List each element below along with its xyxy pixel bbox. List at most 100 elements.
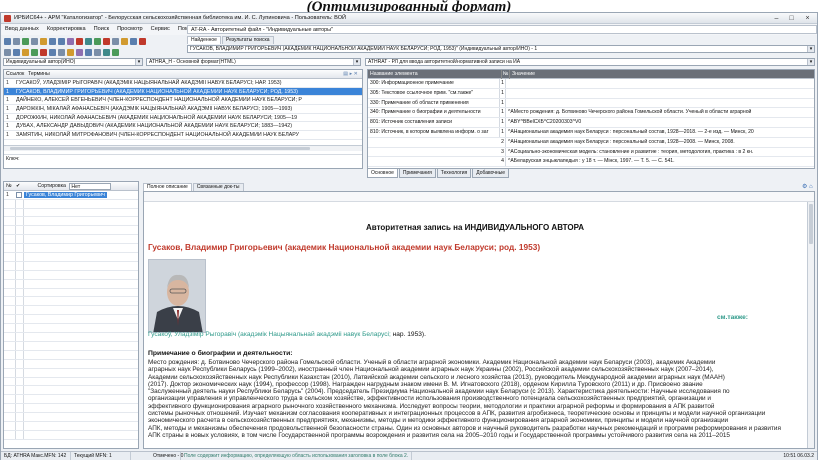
grid-icon[interactable] <box>4 49 11 56</box>
new-record-icon[interactable] <box>4 38 11 45</box>
settings-icon[interactable] <box>139 38 146 45</box>
field-row[interactable]: 801: Источник составления записи 1 ^ABY^BB… <box>368 118 814 128</box>
dictionary-panel: Ссылок Термины ▤ ▸ ✕ 1 ГУСАКОЎ, УЛАДЗІМІР … <box>3 69 363 169</box>
doc-vscroll[interactable] <box>807 202 814 448</box>
field-value[interactable]: ^ABY^BBelСХБ^C20200303^V0 <box>506 118 581 127</box>
tab-linked-docs[interactable]: Связанные док-ты <box>192 183 244 191</box>
tab-full-description[interactable]: Полное описание <box>143 183 192 191</box>
tab-technology[interactable]: Технология <box>436 169 472 178</box>
worksheet-select[interactable]: ATHRAT - РЛ для ввода авторитетной/норма… <box>365 58 815 66</box>
scroll-thumb[interactable] <box>10 147 310 150</box>
database-select[interactable]: Индивидуальный автор(ИНО) ▾ <box>3 58 143 66</box>
field-value[interactable]: ^AМесто рождения: д. Ботвиново Чечерског… <box>506 108 751 117</box>
back-icon[interactable] <box>49 38 56 45</box>
key-icon[interactable] <box>121 38 128 45</box>
top-tab[interactable]: AT-RA - Авторитетный файл - "Индивидуаль… <box>187 25 817 34</box>
close-icon[interactable]: × <box>800 14 815 23</box>
header-check[interactable]: ✔ <box>16 182 24 191</box>
tag-icon[interactable] <box>76 49 83 56</box>
tab-search-results[interactable]: Результаты поиска <box>221 36 274 44</box>
chevron-down-icon[interactable]: ▾ <box>807 59 814 65</box>
print-icon[interactable] <box>31 38 38 45</box>
menu-view[interactable]: Просмотр <box>113 24 147 35</box>
link-icon[interactable] <box>49 49 56 56</box>
z-icon[interactable] <box>130 38 137 45</box>
header-element-name[interactable]: Название элемента <box>368 70 502 79</box>
mark-icon[interactable] <box>67 49 74 56</box>
delete-icon[interactable] <box>76 38 83 45</box>
dictionary-row[interactable]: 1 ЗАМЯТИН, НИКОЛАЙ МИТРОФАНОВИЧ (ЧЛЕН-КОР… <box>4 131 362 140</box>
dictionary-list: 1 ГУСАКОЎ, УЛАДЗІМІР РЫГОРАВІЧ (АКАДЭМІК … <box>4 79 362 140</box>
chevron-down-icon[interactable]: ▾ <box>135 59 142 65</box>
add-icon[interactable] <box>31 49 38 56</box>
chevron-down-icon[interactable]: ▾ <box>353 59 360 65</box>
filter-icon[interactable] <box>85 38 92 45</box>
field-value[interactable]: ^AНациональная академия наук Беларуси : … <box>506 138 735 147</box>
tab-main[interactable]: Основное <box>367 169 398 178</box>
field-row[interactable]: 305: Текстовое ссылочное прим. "см.также… <box>368 88 814 99</box>
stats-icon[interactable] <box>112 38 119 45</box>
tab-found[interactable]: Найденное <box>187 36 221 44</box>
scroll-thumb[interactable] <box>809 204 813 244</box>
book-icon[interactable] <box>22 49 29 56</box>
check-icon[interactable] <box>94 38 101 45</box>
sort-select[interactable]: Нет <box>69 183 112 190</box>
dictionary-tools-icon[interactable]: ▤ ▸ ✕ <box>343 70 358 79</box>
dictionary-row[interactable]: 1 ГУСАКОЎ, УЛАДЗІМІР РЫГОРАВІЧ (АКАДЭМІК … <box>4 79 362 88</box>
image-icon[interactable] <box>103 49 110 56</box>
dictionary-row[interactable]: 1 ДОРОЖКИН, НИКОЛАЙ АФАНАСЬЕВИЧ (АКАДЕМИК… <box>4 114 362 123</box>
export-icon[interactable] <box>58 49 65 56</box>
search-result-combo[interactable]: ГУСАКОВ, ВЛАДИМИР ГРИГОРЬЕВИЧ (АКАДЕМИК … <box>187 45 815 53</box>
menu-search[interactable]: Поиск <box>90 24 114 35</box>
header-links[interactable]: Ссылок <box>4 70 28 79</box>
field-value[interactable]: ^AНациональная академия наук Беларуси : … <box>506 128 754 137</box>
maximize-icon[interactable]: □ <box>784 14 799 23</box>
field-row[interactable]: 2 ^AНациональная академия наук Беларуси :… <box>368 137 814 148</box>
dictionary-row[interactable]: 1 ДУБАХ, АЛЕКСАНДР ДАВЫДОВИЧ (АКАДЕМИК НА… <box>4 122 362 132</box>
remove-icon[interactable] <box>40 49 47 56</box>
stamp-icon[interactable] <box>112 49 119 56</box>
field-value[interactable]: ^AСоциально-экономическая модель: станов… <box>506 148 753 157</box>
folder-icon[interactable] <box>40 38 47 45</box>
record-row[interactable]: 1 Гусаков, Владимир Григорьевич <box>4 191 138 200</box>
header-value[interactable]: Значение <box>510 71 535 77</box>
format-icon[interactable] <box>67 38 74 45</box>
field-value[interactable]: ^AБеларуская энцыклапедыя : у 18 т. — Мі… <box>506 157 675 166</box>
menu-correction[interactable]: Корректировка <box>43 24 90 35</box>
header-terms[interactable]: Термины <box>28 71 50 77</box>
menu-data-entry[interactable]: Ввод данных <box>1 24 43 35</box>
field-row[interactable]: 810: Источник, в котором выявлена информ… <box>368 127 814 138</box>
term-text: ЗАМЯТИН, НИКОЛАЙ МИТРОФАНОВИЧ (ЧЛЕН-КОРР… <box>16 132 300 139</box>
field-row[interactable]: 3 ^AСоциально-экономическая модель: стано… <box>368 147 814 158</box>
dictionary-row[interactable]: 1 ДАЙНЕКО, АЛЕКСЕЙ ЕВГЕНЬЕВИЧ (ЧЛЕН-КОРРЕ… <box>4 96 362 106</box>
tab-notes[interactable]: Примечания <box>398 169 436 178</box>
field-row[interactable]: 4 ^AБеларуская энцыклапедыя : у 18 т. — М… <box>368 157 814 168</box>
cancel-icon[interactable] <box>103 38 110 45</box>
empty-grid-row <box>4 270 138 280</box>
field-row[interactable]: 340: Примечание о биографии и деятельнос… <box>368 108 814 119</box>
forward-icon[interactable] <box>58 38 65 45</box>
field-row[interactable]: 300: Информационное примечание 1 <box>368 79 814 89</box>
menu-service[interactable]: Сервис <box>147 24 174 35</box>
header-occurrence[interactable]: № <box>502 70 510 79</box>
minimize-icon[interactable]: – <box>769 14 784 23</box>
key-field[interactable]: Ключ: <box>4 154 362 163</box>
dictionary-hscroll[interactable] <box>4 145 362 151</box>
header-number[interactable]: № <box>4 182 16 191</box>
see-also-entry: Гусакоў, Уладзімір Рыгоравіч (акадэмік Н… <box>148 331 788 338</box>
dictionary-row[interactable]: 1 ДАРОЖКІН, МІКАЛАЙ АФАНАСЬЕВІЧ (АКАДЭМІК… <box>4 105 362 114</box>
save-icon[interactable] <box>22 38 29 45</box>
refresh-icon[interactable] <box>85 49 92 56</box>
field-row[interactable]: 330: Примечание об области применения 1 <box>368 98 814 109</box>
dictionary-row[interactable]: 1 ГУСАКОВ, ВЛАДИМИР ГРИГОРЬЕВИЧ (АКАДЕМИК… <box>4 87 362 97</box>
table-icon[interactable] <box>94 49 101 56</box>
see-also-link[interactable]: Гусакоў, Уладзімір Рыгоравіч (акадэмік Н… <box>148 331 391 338</box>
format-select[interactable]: ATHRA_H - Основной формат(HTML) ▾ <box>146 58 361 66</box>
list-icon[interactable] <box>13 49 20 56</box>
copy-record-icon[interactable] <box>13 38 20 45</box>
chevron-down-icon[interactable]: ▾ <box>807 46 814 52</box>
record-checkbox[interactable] <box>16 191 22 198</box>
tab-additional[interactable]: Добавочные <box>472 169 510 178</box>
doc-tools-icon[interactable]: ⚙ ⌂ <box>802 183 813 190</box>
field-occurrence: 1 <box>500 88 506 98</box>
